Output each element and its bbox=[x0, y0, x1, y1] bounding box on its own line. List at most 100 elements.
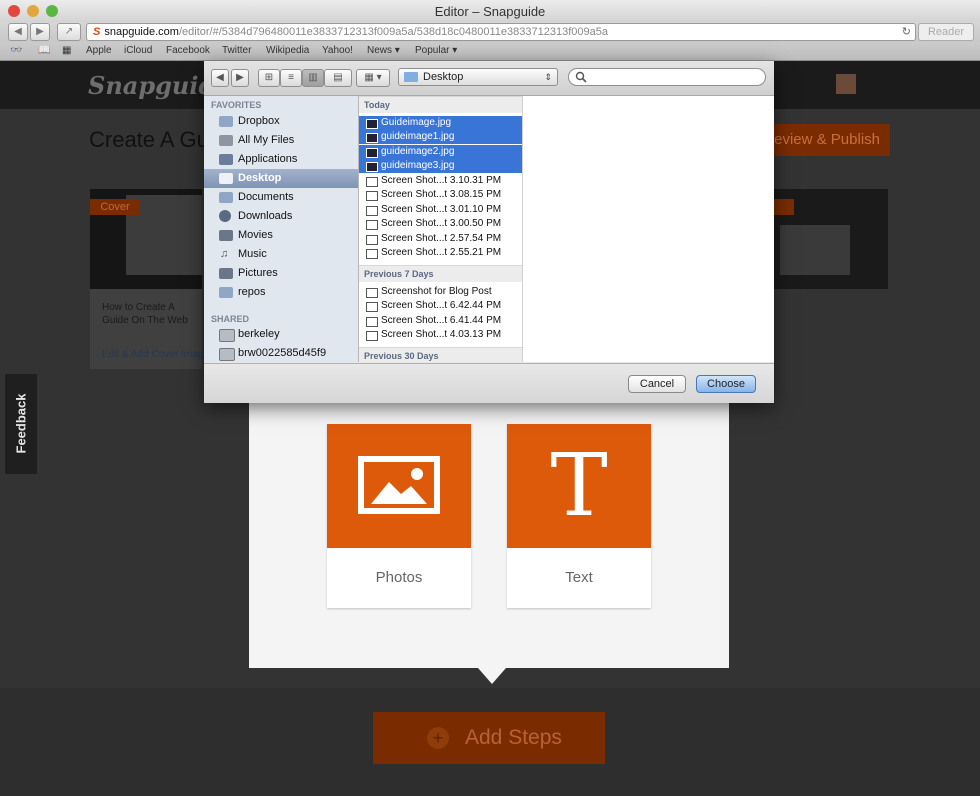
screenshot-file-icon bbox=[366, 206, 378, 216]
image-file-icon bbox=[366, 119, 378, 129]
file-item[interactable]: Screenshot for Blog Post bbox=[359, 285, 522, 299]
bookmark-icloud[interactable]: iCloud bbox=[124, 45, 152, 56]
file-item[interactable]: Screen Shot...t 2.55.21 PM bbox=[359, 246, 522, 260]
sidebar-item-downloads[interactable]: Downloads bbox=[204, 207, 358, 226]
sidebar-item-documents[interactable]: Documents bbox=[204, 188, 358, 207]
reload-icon[interactable]: ↻ bbox=[902, 24, 911, 40]
bookmarks-book-icon[interactable]: 📖 bbox=[38, 45, 50, 56]
bookmarks-bar: 👓 📖 ▦ Apple iCloud Facebook Twitter Wiki… bbox=[0, 42, 980, 61]
file-label: Screen Shot...t 2.57.54 PM bbox=[381, 233, 502, 244]
sidebar-item-music[interactable]: ♫ Music bbox=[204, 245, 358, 264]
sidebar-label: repos bbox=[238, 286, 266, 298]
add-steps-label: Add Steps bbox=[465, 726, 562, 749]
group-header-previous-7-days: Previous 7 Days bbox=[359, 265, 522, 282]
screenshot-file-icon bbox=[366, 317, 378, 327]
file-item[interactable]: Screen Shot...t 2.57.54 PM bbox=[359, 232, 522, 246]
all-files-icon bbox=[219, 135, 233, 146]
file-item[interactable]: Screen Shot...t 3.00.50 PM bbox=[359, 217, 522, 231]
bookmark-yahoo[interactable]: Yahoo! bbox=[322, 45, 353, 56]
screenshot-file-icon bbox=[366, 288, 378, 298]
bookmark-twitter[interactable]: Twitter bbox=[222, 45, 251, 56]
picture-icon bbox=[358, 456, 440, 514]
sidebar-item-desktop[interactable]: Desktop bbox=[204, 169, 358, 188]
url-path: /editor/#/5384d796480011e3833712313f009a… bbox=[178, 26, 608, 38]
screenshot-file-icon bbox=[366, 220, 378, 230]
movies-icon bbox=[219, 230, 233, 241]
arrange-menu-button[interactable]: ▦ ▾ bbox=[356, 69, 390, 87]
sidebar-label: Dropbox bbox=[238, 115, 280, 127]
dialog-button-bar: Cancel Choose bbox=[204, 363, 774, 403]
dialog-search-input[interactable] bbox=[568, 68, 766, 86]
file-item[interactable]: Screen Shot...t 3.08.15 PM bbox=[359, 188, 522, 202]
image-file-icon bbox=[366, 162, 378, 172]
sidebar-item-all-my-files[interactable]: All My Files bbox=[204, 131, 358, 150]
sidebar-item-pictures[interactable]: Pictures bbox=[204, 264, 358, 283]
file-item[interactable]: Screen Shot...t 4.03.13 PM bbox=[359, 328, 522, 342]
choose-button[interactable]: Choose bbox=[696, 375, 756, 393]
sidebar-label: All My Files bbox=[238, 134, 295, 146]
sidebar-item-movies[interactable]: Movies bbox=[204, 226, 358, 245]
dialog-forward-button[interactable]: ▶ bbox=[231, 69, 249, 87]
file-label: Screen Shot...t 3.00.50 PM bbox=[381, 218, 502, 229]
sidebar-item-repos[interactable]: repos bbox=[204, 283, 358, 302]
panel-pointer bbox=[478, 668, 506, 684]
file-item[interactable]: Guideimage.jpg bbox=[359, 116, 522, 130]
dialog-back-button[interactable]: ◀ bbox=[211, 69, 229, 87]
column-view-button[interactable]: ▥ bbox=[302, 69, 324, 87]
file-label: Screen Shot...t 3.01.10 PM bbox=[381, 204, 502, 215]
file-label: Screen Shot...t 2.55.21 PM bbox=[381, 247, 502, 258]
bookmark-apple[interactable]: Apple bbox=[86, 45, 112, 56]
add-steps-button[interactable]: + Add Steps bbox=[373, 712, 605, 764]
screenshot-file-icon bbox=[366, 249, 378, 259]
sidebar-item-berkeley[interactable]: berkeley bbox=[204, 325, 358, 344]
icon-view-button[interactable]: ⊞ bbox=[258, 69, 280, 87]
bookmark-popular[interactable]: Popular ▾ bbox=[415, 45, 457, 56]
sidebar-label: Music bbox=[238, 248, 267, 260]
list-view-button[interactable]: ≡ bbox=[280, 69, 302, 87]
coverflow-view-button[interactable]: ▤ bbox=[324, 69, 352, 87]
reading-list-icon[interactable]: 👓 bbox=[10, 45, 22, 56]
feedback-label: Feedback bbox=[13, 393, 29, 454]
computer-icon bbox=[219, 329, 235, 342]
photos-tile-icon-area bbox=[327, 424, 471, 548]
file-item[interactable]: guideimage1.jpg bbox=[359, 130, 522, 144]
bookmark-news[interactable]: News ▾ bbox=[367, 45, 400, 56]
top-sites-grid-icon[interactable]: ▦ bbox=[62, 45, 71, 56]
cover-card: Cover How to Create A Guide On The Web E… bbox=[90, 189, 203, 369]
reader-button[interactable]: Reader bbox=[918, 23, 974, 41]
user-avatar[interactable] bbox=[836, 74, 856, 94]
file-item[interactable]: guideimage2.jpg bbox=[359, 145, 522, 159]
address-bar[interactable]: Ssnapguide.com/editor/#/5384d796480011e3… bbox=[86, 23, 916, 41]
window-title: Editor – Snapguide bbox=[434, 4, 546, 19]
image-file-icon bbox=[366, 133, 378, 143]
text-tile-icon-area: T bbox=[507, 424, 651, 548]
file-item[interactable]: Screen Shot...t 6.41.44 PM bbox=[359, 314, 522, 328]
add-content-panel bbox=[249, 401, 729, 668]
feedback-tab[interactable]: Feedback bbox=[5, 374, 37, 474]
cancel-button[interactable]: Cancel bbox=[628, 375, 686, 393]
file-item[interactable]: Screen Shot...t 6.42.44 PM bbox=[359, 299, 522, 313]
sidebar-item-applications[interactable]: Applications bbox=[204, 150, 358, 169]
edit-cover-link[interactable]: Edit & Add Cover Imag bbox=[102, 349, 203, 360]
back-button[interactable]: ◀ bbox=[8, 23, 28, 41]
downloads-icon bbox=[219, 210, 231, 222]
bookmark-facebook[interactable]: Facebook bbox=[166, 45, 210, 56]
file-item[interactable]: Screen Shot...t 3.10.31 PM bbox=[359, 174, 522, 188]
photos-tile[interactable]: Photos bbox=[327, 424, 471, 608]
sidebar-item-brw[interactable]: brw0022585d45f9 bbox=[204, 344, 358, 362]
file-label: guideimage3.jpg bbox=[381, 160, 455, 171]
text-tile[interactable]: T Text bbox=[507, 424, 651, 608]
file-item[interactable]: guideimage3.jpg bbox=[359, 159, 522, 173]
screenshot-file-icon bbox=[366, 177, 378, 187]
site-favicon-icon: S bbox=[93, 26, 101, 38]
applications-icon bbox=[219, 154, 233, 165]
bookmark-wikipedia[interactable]: Wikipedia bbox=[266, 45, 309, 56]
photos-label: Photos bbox=[375, 569, 423, 586]
group-label: Previous 30 Days bbox=[364, 351, 439, 361]
text-t-icon: T bbox=[550, 436, 608, 536]
file-item[interactable]: Screen Shot...t 3.01.10 PM bbox=[359, 203, 522, 217]
location-popup[interactable]: Desktop ⇕ bbox=[398, 68, 558, 86]
share-button[interactable]: ↗ bbox=[57, 23, 81, 41]
forward-button[interactable]: ▶ bbox=[30, 23, 50, 41]
sidebar-item-dropbox[interactable]: Dropbox bbox=[204, 112, 358, 131]
